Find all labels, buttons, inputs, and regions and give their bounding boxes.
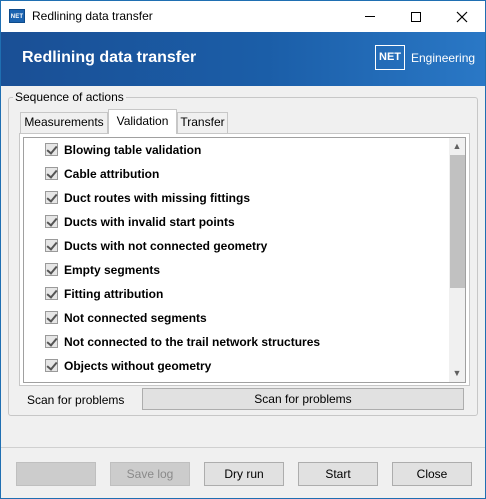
save-log-button[interactable]: Save log xyxy=(110,462,190,486)
check-label: Ducts with invalid start points xyxy=(64,215,235,229)
brand-text: Engineering xyxy=(411,51,476,65)
group-legend: Sequence of actions xyxy=(13,90,126,104)
close-button[interactable]: Close xyxy=(392,462,472,486)
blank-button[interactable] xyxy=(16,462,96,486)
scan-label: Scan for problems xyxy=(27,393,125,407)
start-button[interactable]: Start xyxy=(298,462,378,486)
list-item[interactable]: Fitting attribution xyxy=(24,282,449,306)
maximize-button[interactable] xyxy=(393,1,439,32)
check-label: Objects without geometry xyxy=(64,359,212,373)
check-label: Not connected to the trail network struc… xyxy=(64,335,321,349)
minimize-button[interactable] xyxy=(347,1,393,32)
tab-validation[interactable]: Validation xyxy=(108,109,177,134)
check-label: Ducts with not connected geometry xyxy=(64,239,268,253)
check-label: Blowing table validation xyxy=(64,143,202,157)
tab-transfer[interactable]: Transfer xyxy=(177,112,228,133)
net-logo: NET xyxy=(375,45,405,70)
check-label: Empty segments xyxy=(64,263,161,277)
scroll-up-icon[interactable]: ▲ xyxy=(449,138,465,155)
checkbox[interactable] xyxy=(45,287,58,300)
list-item[interactable]: Duct routes with missing fittings xyxy=(24,186,449,210)
window-title: Redlining data transfer xyxy=(32,9,153,23)
checkbox[interactable] xyxy=(45,311,58,324)
list-item[interactable]: Objects without geometry xyxy=(24,354,449,378)
checkbox[interactable] xyxy=(45,191,58,204)
checkbox[interactable] xyxy=(45,167,58,180)
net-app-icon: NET xyxy=(9,9,25,23)
divider xyxy=(1,447,485,448)
scroll-down-icon[interactable]: ▼ xyxy=(449,365,465,382)
list-item[interactable]: Not connected to the trail network struc… xyxy=(24,330,449,354)
list-item[interactable]: Blowing table validation xyxy=(24,138,449,162)
checkbox[interactable] xyxy=(45,335,58,348)
list-item[interactable]: Ducts with not connected geometry xyxy=(24,234,449,258)
checkbox[interactable] xyxy=(45,143,58,156)
close-icon xyxy=(456,11,468,22)
list-item[interactable]: Not connected segments xyxy=(24,306,449,330)
app-window: NET Redlining data transfer Redlining da… xyxy=(0,0,486,499)
minimize-icon xyxy=(365,16,375,17)
scroll-thumb[interactable] xyxy=(450,155,465,288)
scan-for-problems-button[interactable]: Scan for problems xyxy=(142,388,464,410)
checkbox[interactable] xyxy=(45,239,58,252)
list-item[interactable]: Empty segments xyxy=(24,258,449,282)
header-banner: Redlining data transfer NET Engineering xyxy=(1,32,485,86)
list-scrollbar[interactable]: ▲ ▼ xyxy=(449,137,466,383)
maximize-icon xyxy=(411,11,421,22)
title-bar: NET Redlining data transfer xyxy=(1,1,485,32)
checkbox[interactable] xyxy=(45,263,58,276)
check-label: Cable attribution xyxy=(64,167,160,181)
tab-measurements[interactable]: Measurements xyxy=(20,112,108,133)
check-label: Duct routes with missing fittings xyxy=(64,191,251,205)
list-item[interactable]: Cable attribution xyxy=(24,162,449,186)
validation-checklist: Blowing table validation Cable attributi… xyxy=(23,137,449,383)
check-label: Fitting attribution xyxy=(64,287,164,301)
dry-run-button[interactable]: Dry run xyxy=(204,462,284,486)
banner-title: Redlining data transfer xyxy=(22,49,197,66)
list-item[interactable]: Ducts with invalid start points xyxy=(24,210,449,234)
close-window-button[interactable] xyxy=(439,1,485,32)
checkbox[interactable] xyxy=(45,215,58,228)
checkbox[interactable] xyxy=(45,359,58,372)
check-label: Not connected segments xyxy=(64,311,207,325)
